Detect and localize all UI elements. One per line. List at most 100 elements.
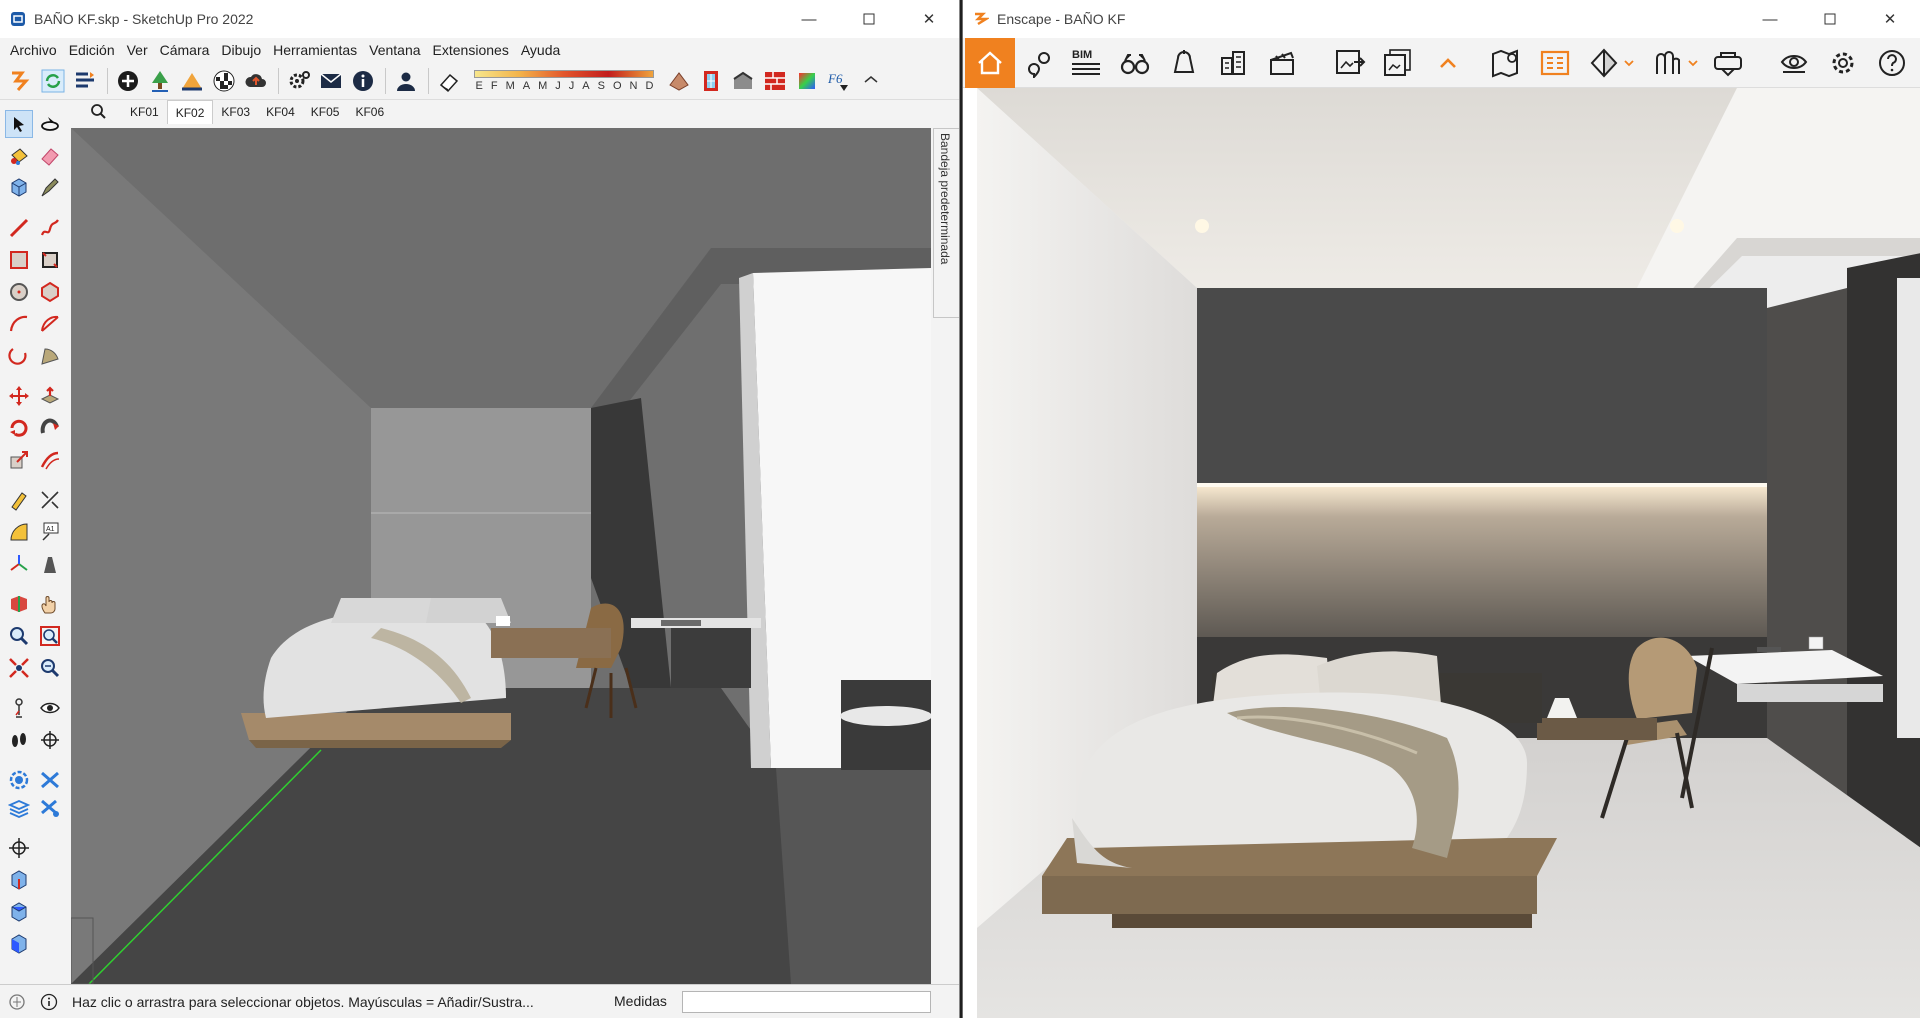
walk-footprints-icon[interactable]: [5, 726, 33, 754]
material-library-icon[interactable]: [1532, 40, 1578, 86]
info-icon[interactable]: [348, 66, 378, 96]
tape-measure-icon[interactable]: [5, 486, 33, 514]
arc-tool-icon[interactable]: [5, 310, 33, 338]
asset-dropdown-chevron-icon[interactable]: [1683, 40, 1703, 86]
scene-tab-kf01[interactable]: KF01: [122, 100, 167, 124]
line-tool-icon[interactable]: [5, 214, 33, 242]
close-icon[interactable]: ✕: [1860, 0, 1920, 38]
tag-tool-icon[interactable]: [36, 174, 64, 202]
polygon-tool-icon[interactable]: [36, 278, 64, 306]
previous-view-icon[interactable]: [36, 654, 64, 682]
section-display-icon[interactable]: [5, 834, 33, 862]
default-tray-panel[interactable]: Bandeja predeterminada: [933, 128, 959, 318]
minimize-icon[interactable]: —: [1740, 0, 1800, 38]
axes-tool-icon[interactable]: [5, 550, 33, 578]
protractor-tool-icon[interactable]: [5, 518, 33, 546]
scene-tab-kf05[interactable]: KF05: [303, 100, 348, 124]
shadow-settings-icon[interactable]: [177, 66, 207, 96]
material-dropdown-chevron-icon[interactable]: [1619, 40, 1639, 86]
home-icon[interactable]: [965, 38, 1015, 88]
collapse-toolbar-chevron-icon[interactable]: [1425, 40, 1471, 86]
location-pins-icon[interactable]: [1017, 40, 1063, 86]
enscape-sync-icon[interactable]: [38, 66, 68, 96]
screenshot-export-icon[interactable]: [1327, 40, 1373, 86]
section-plane-icon[interactable]: [5, 590, 33, 618]
bim-mode-icon[interactable]: BIM: [1063, 40, 1109, 86]
menu-archivo[interactable]: Archivo: [4, 42, 63, 58]
toolbar-overflow-icon[interactable]: [856, 66, 886, 96]
minimize-icon[interactable]: —: [779, 0, 839, 38]
offset-tool-icon[interactable]: [36, 446, 64, 474]
extension-settings-gear-icon[interactable]: [284, 66, 314, 96]
orbit-select-tool-icon[interactable]: [36, 110, 64, 138]
scale-tool-icon[interactable]: [5, 446, 33, 474]
menu-herramientas[interactable]: Herramientas: [267, 42, 363, 58]
brick-wall-icon[interactable]: [760, 66, 790, 96]
push-pull-tool-icon[interactable]: [36, 382, 64, 410]
enscape-render-viewport[interactable]: [977, 88, 1920, 1018]
binoculars-icon[interactable]: [1112, 40, 1158, 86]
general-settings-gear-icon[interactable]: [1820, 40, 1866, 86]
paint-bucket-icon[interactable]: [5, 142, 33, 170]
rotated-rectangle-icon[interactable]: [36, 246, 64, 274]
position-camera-icon[interactable]: [5, 694, 33, 722]
look-around-eye-icon[interactable]: [36, 694, 64, 722]
materials-checker-icon[interactable]: [209, 66, 239, 96]
solid-outer-shell-icon[interactable]: [5, 766, 33, 794]
sketchup-titlebar[interactable]: BAÑO KF.skp - SketchUp Pro 2022 — ✕: [0, 0, 959, 38]
menu-extensiones[interactable]: Extensiones: [427, 42, 515, 58]
menu-edicion[interactable]: Edición: [63, 42, 121, 58]
scene-search-icon[interactable]: [88, 102, 108, 122]
vr-headset-icon[interactable]: [1705, 40, 1751, 86]
maximize-icon[interactable]: [839, 0, 899, 38]
move-tool-icon[interactable]: [5, 382, 33, 410]
pan-hand-icon[interactable]: [36, 590, 64, 618]
two-point-arc-icon[interactable]: [36, 310, 64, 338]
video-clapper-icon[interactable]: [1259, 40, 1305, 86]
scene-tab-kf03[interactable]: KF03: [213, 100, 258, 124]
scene-tab-kf02[interactable]: KF02: [166, 100, 214, 124]
view-top-icon[interactable]: [5, 898, 33, 926]
add-location-icon[interactable]: [113, 66, 143, 96]
fredo6-plugin-icon[interactable]: F6: [824, 66, 854, 96]
menu-camara[interactable]: Cámara: [154, 42, 216, 58]
select-tool-icon[interactable]: [5, 110, 33, 138]
zoom-tool-icon[interactable]: [5, 622, 33, 650]
sandbox-icon[interactable]: [664, 66, 694, 96]
maximize-icon[interactable]: [1800, 0, 1860, 38]
text-tool-icon[interactable]: A1: [36, 518, 64, 546]
rectangle-tool-icon[interactable]: [5, 246, 33, 274]
house-builder-icon[interactable]: [728, 66, 758, 96]
crosshair-tool-icon[interactable]: [36, 726, 64, 754]
view-front-icon[interactable]: [5, 930, 33, 958]
pie-tool-icon[interactable]: [36, 342, 64, 370]
batch-export-icon[interactable]: [1376, 40, 1422, 86]
measures-input[interactable]: [682, 991, 931, 1013]
menu-dibujo[interactable]: Dibujo: [215, 42, 267, 58]
shadow-month-slider[interactable]: E F M A M J J A S O N D: [472, 66, 658, 96]
3d-warehouse-tree-icon[interactable]: [145, 66, 175, 96]
close-icon[interactable]: ✕: [899, 0, 959, 38]
3d-text-tool-icon[interactable]: [36, 550, 64, 578]
color-palette-icon[interactable]: [792, 66, 822, 96]
enscape-views-icon[interactable]: [70, 66, 100, 96]
menu-ver[interactable]: Ver: [121, 42, 154, 58]
user-account-icon[interactable]: [391, 66, 421, 96]
geo-location-icon[interactable]: [8, 993, 26, 1011]
three-point-arc-icon[interactable]: [5, 342, 33, 370]
view-iso-icon[interactable]: [5, 866, 33, 894]
eraser-tool-icon[interactable]: [36, 142, 64, 170]
circle-tool-icon[interactable]: [5, 278, 33, 306]
menu-ventana[interactable]: Ventana: [363, 42, 426, 58]
instructor-info-icon[interactable]: [40, 993, 58, 1011]
scene-tab-kf04[interactable]: KF04: [258, 100, 303, 124]
stack-layers-icon[interactable]: [5, 794, 33, 822]
freehand-tool-icon[interactable]: [36, 214, 64, 242]
zoom-extents-icon[interactable]: [5, 654, 33, 682]
solid-settings-icon[interactable]: [36, 794, 64, 822]
dimension-tool-icon[interactable]: [36, 486, 64, 514]
visual-settings-eye-icon[interactable]: [1771, 40, 1817, 86]
follow-me-tool-icon[interactable]: [36, 414, 64, 442]
make-component-icon[interactable]: [5, 174, 33, 202]
map-pin-icon[interactable]: [1483, 40, 1529, 86]
